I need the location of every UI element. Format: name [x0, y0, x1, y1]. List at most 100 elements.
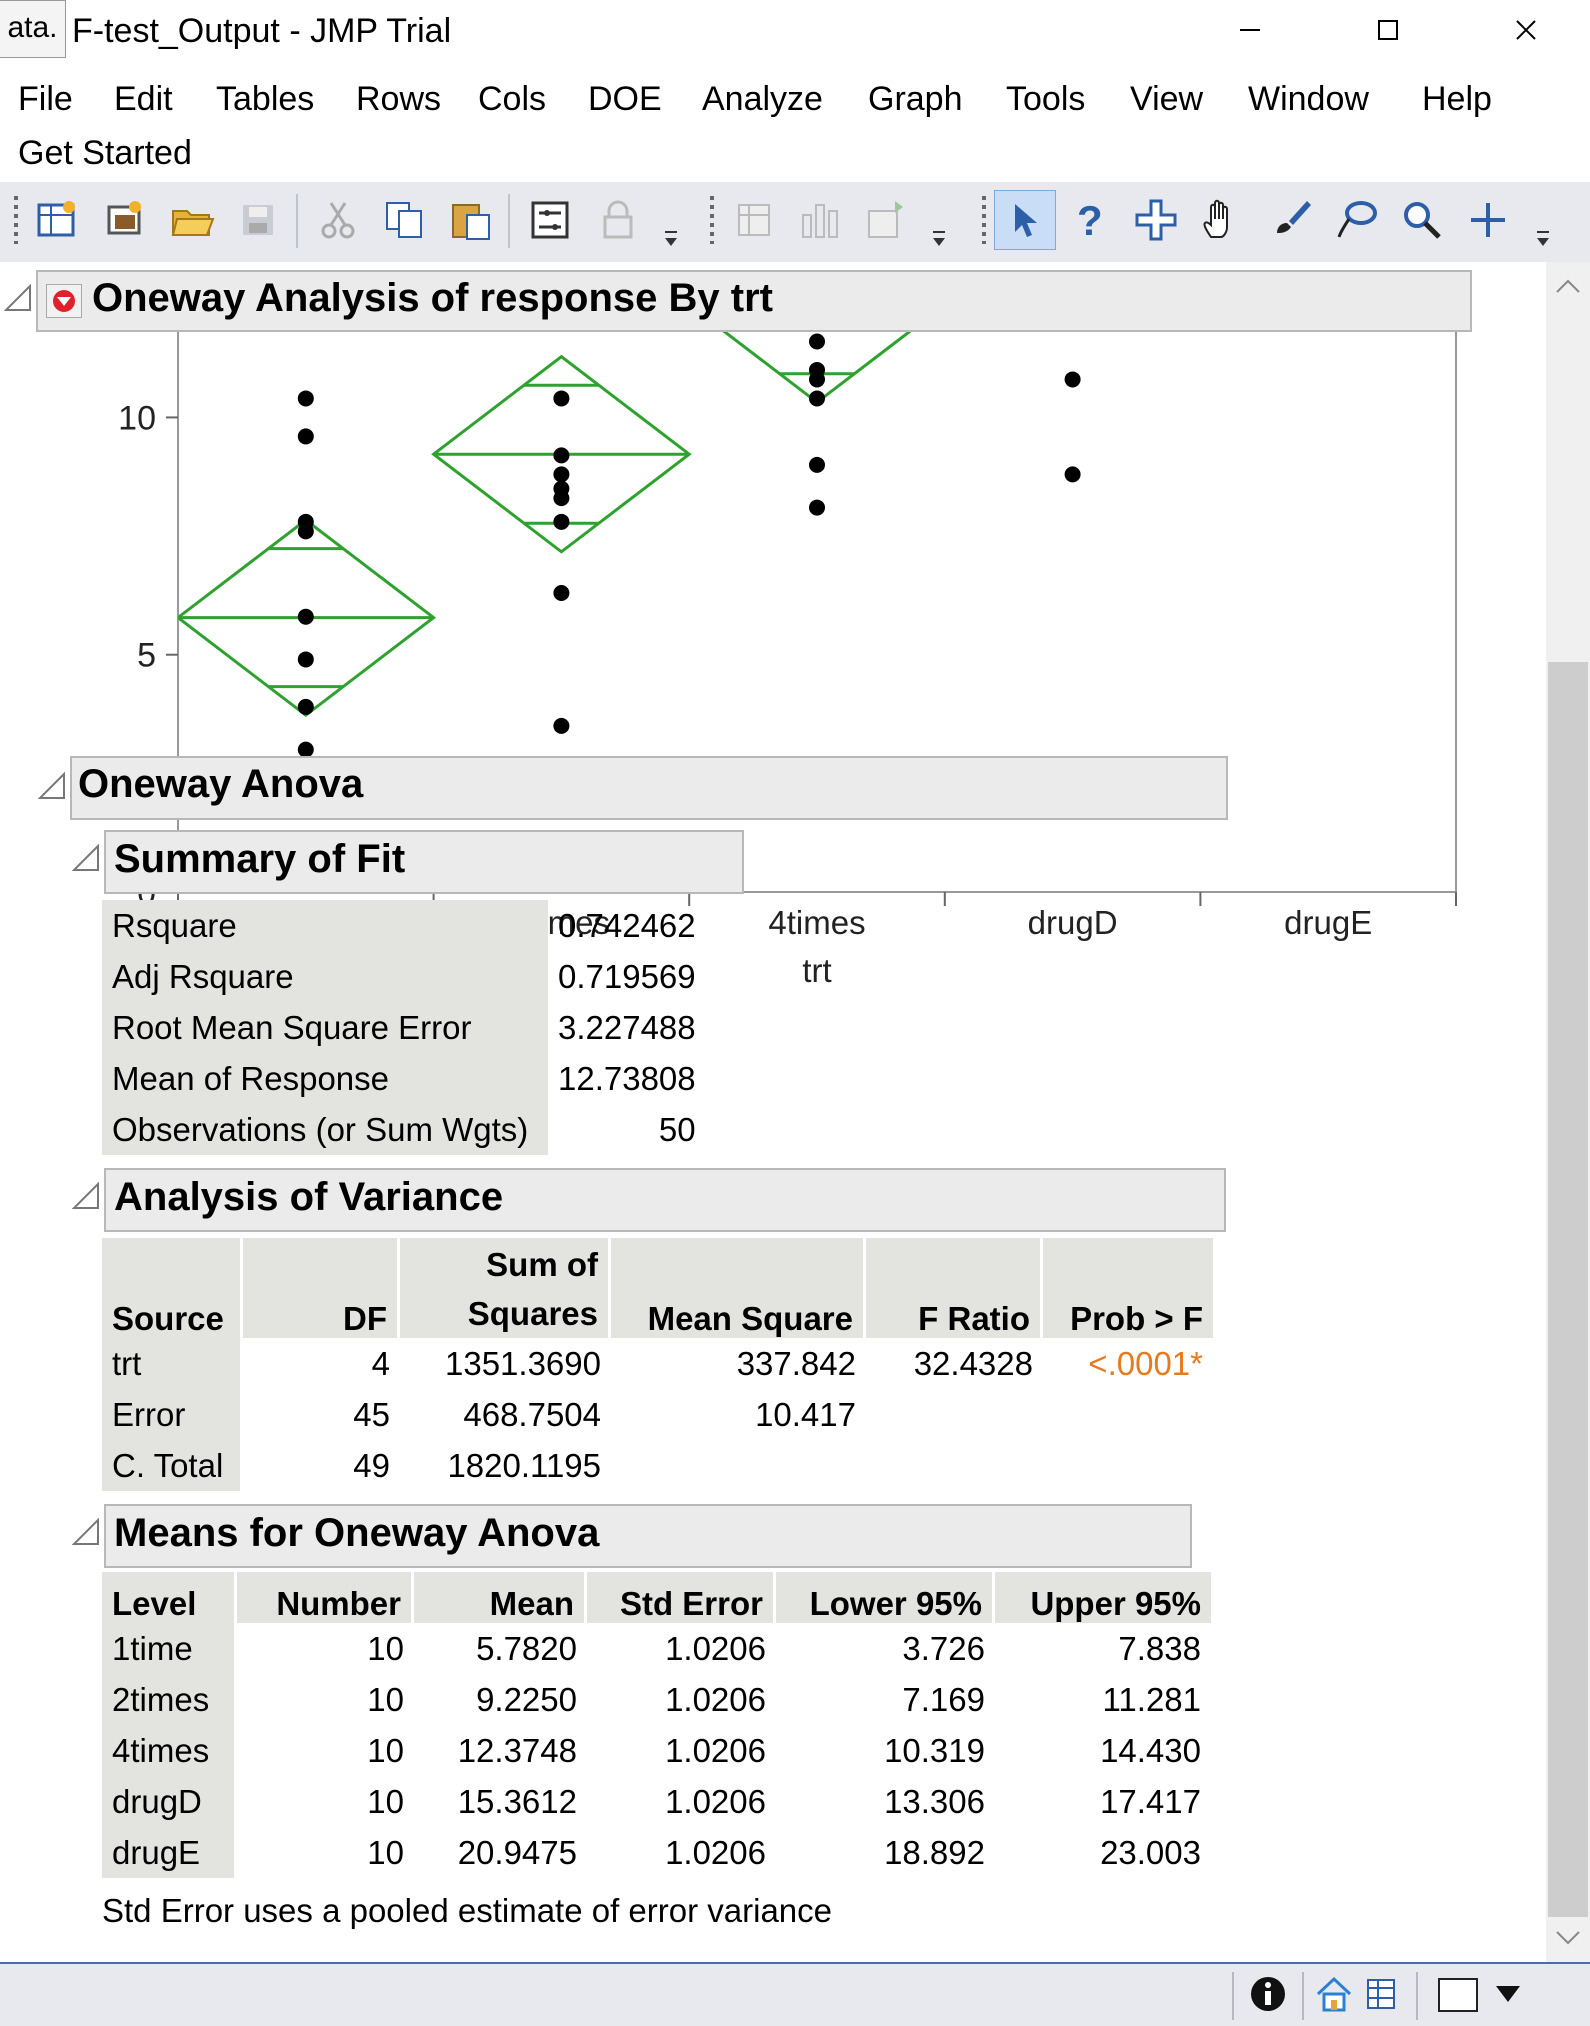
aov-ms: 10.417	[755, 1395, 856, 1433]
data-point	[297, 608, 314, 625]
oneway-title: Oneway Analysis of response By trt	[92, 276, 773, 320]
menu-get-started[interactable]: Get Started	[18, 134, 192, 173]
aov-disclosure-icon[interactable]	[72, 1182, 100, 1210]
plus-tool-icon[interactable]	[1460, 192, 1516, 248]
toolbar-grip-3[interactable]	[982, 196, 986, 244]
menu-view[interactable]: View	[1130, 80, 1203, 119]
data-point	[297, 390, 314, 407]
summary-table: Rsquare 0.742462 Adj Rsquare 0.719569 Root M…	[102, 900, 706, 1155]
lasso-tool-icon[interactable]	[1328, 192, 1384, 248]
aov-col-ss: Sum of Squares	[400, 1238, 611, 1338]
menu-graph[interactable]: Graph	[868, 80, 963, 119]
chevron-down-icon[interactable]	[1494, 1982, 1522, 2006]
means-number: 10	[367, 1833, 404, 1871]
home-icon[interactable]	[1314, 1974, 1354, 2014]
window-tab[interactable]: ata.	[0, 0, 66, 58]
data-point	[1064, 466, 1081, 483]
report-window: Oneway Analysis of response By trt 05101…	[0, 262, 1546, 1962]
menu-cols[interactable]: Cols	[478, 80, 546, 119]
means-col-level: Level	[102, 1572, 237, 1623]
summary-label: Adj Rsquare	[102, 951, 548, 1002]
info-icon[interactable]	[1248, 1974, 1288, 2014]
copy-icon[interactable]	[376, 192, 432, 248]
anova-disclosure-icon[interactable]	[38, 772, 66, 800]
bar-chart-icon[interactable]	[792, 192, 848, 248]
hand-tool-icon[interactable]	[1194, 192, 1250, 248]
means-number: 10	[367, 1629, 404, 1667]
magnifier-tool-icon[interactable]	[1394, 192, 1450, 248]
toolbar: ?	[0, 182, 1590, 262]
summary-disclosure-icon[interactable]	[72, 844, 100, 872]
menu-doe[interactable]: DOE	[588, 80, 662, 119]
summary-value: 0.742462	[558, 906, 696, 944]
minimize-icon	[1240, 29, 1260, 31]
toolbar-grip-2[interactable]	[710, 196, 714, 244]
help-tool-icon[interactable]: ?	[1062, 192, 1118, 248]
means-disclosure-icon[interactable]	[72, 1518, 100, 1546]
means-level: 4times	[102, 1725, 237, 1776]
lock-icon[interactable]	[590, 192, 646, 248]
toolbar-overflow-3[interactable]	[1534, 226, 1552, 250]
crosshair-tool-icon[interactable]	[1128, 192, 1184, 248]
menu-window[interactable]: Window	[1248, 80, 1369, 119]
menu-analyze[interactable]: Analyze	[702, 80, 823, 119]
toolbar-overflow-2[interactable]	[930, 226, 948, 250]
aov-col-ss-line2: Squares	[467, 1295, 598, 1332]
menu-file[interactable]: File	[18, 80, 73, 119]
cut-icon[interactable]	[310, 192, 366, 248]
summary-row: Observations (or Sum Wgts) 50	[102, 1104, 706, 1155]
data-point	[553, 490, 570, 507]
new-script-icon[interactable]	[96, 192, 152, 248]
means-se: 1.0206	[665, 1782, 766, 1820]
open-icon[interactable]	[164, 192, 220, 248]
save-icon[interactable]	[230, 192, 286, 248]
menu-tools[interactable]: Tools	[1006, 80, 1085, 119]
journal-icon[interactable]	[522, 192, 578, 248]
aov-source: C. Total	[102, 1440, 243, 1491]
means-upper: 11.281	[1102, 1680, 1201, 1718]
maximize-button[interactable]	[1348, 0, 1428, 60]
toolbar-overflow-1[interactable]	[662, 226, 680, 250]
red-triangle-menu-button[interactable]	[46, 284, 82, 318]
menu-rows[interactable]: Rows	[356, 80, 441, 119]
selection-box-icon[interactable]	[1438, 1978, 1478, 2012]
svg-text:?: ?	[1077, 197, 1103, 243]
means-level: drugD	[102, 1776, 237, 1827]
minimize-button[interactable]	[1210, 0, 1290, 60]
aov-source: trt	[102, 1338, 243, 1389]
arrow-tool-icon[interactable]	[994, 190, 1056, 250]
new-data-table-icon[interactable]	[28, 192, 84, 248]
means-row: 1time 10 5.7820 1.0206 3.726 7.838	[102, 1623, 1211, 1674]
title-bar: ata. F-test_Output - JMP Trial	[0, 0, 1590, 62]
summary-row: Adj Rsquare 0.719569	[102, 951, 706, 1002]
aov-row: Error 45 468.7504 10.417	[102, 1389, 1213, 1440]
aov-f: 32.4328	[913, 1344, 1033, 1382]
means-number: 10	[367, 1731, 404, 1769]
data-table-icon[interactable]	[726, 192, 782, 248]
disclosure-triangle-icon[interactable]	[4, 284, 32, 312]
means-lower: 7.169	[902, 1680, 985, 1718]
aov-ss: 1820.1195	[447, 1446, 601, 1484]
data-point	[297, 698, 314, 715]
brush-tool-icon[interactable]	[1262, 192, 1318, 248]
means-row: drugD 10 15.3612 1.0206 13.306 17.417	[102, 1776, 1211, 1827]
menu-tables[interactable]: Tables	[216, 80, 314, 119]
menu-help[interactable]: Help	[1422, 80, 1492, 119]
paste-icon[interactable]	[442, 192, 498, 248]
window-list-icon[interactable]	[1362, 1974, 1402, 2014]
close-button[interactable]	[1486, 0, 1566, 60]
toolbar-grip[interactable]	[14, 196, 18, 244]
means-col-se: Std Error	[587, 1572, 776, 1623]
aov-p	[1043, 1389, 1213, 1440]
add-rows-icon[interactable]	[858, 192, 914, 248]
scroll-down-icon[interactable]	[1554, 1928, 1582, 1948]
means-upper: 17.417	[1100, 1782, 1201, 1820]
means-table: Level Number Mean Std Error Lower 95% Up…	[102, 1572, 1211, 1878]
data-point	[553, 447, 570, 464]
menu-edit[interactable]: Edit	[114, 80, 173, 119]
means-mean: 15.3612	[457, 1782, 577, 1820]
scroll-up-icon[interactable]	[1554, 276, 1582, 296]
aov-col-p: Prob > F	[1043, 1238, 1213, 1338]
scrollbar-thumb[interactable]	[1548, 662, 1588, 1917]
aov-ms	[611, 1440, 866, 1491]
